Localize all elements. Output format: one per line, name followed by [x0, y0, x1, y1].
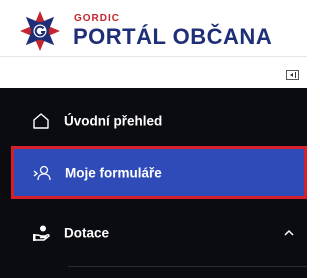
header: GORDIC PORTÁL OBČANA [0, 0, 307, 56]
chevron-up-icon[interactable] [283, 227, 295, 239]
sidebar-toolbar [0, 56, 307, 89]
gordic-logo-icon[interactable] [18, 9, 62, 53]
sidebar-item-moje-formulare[interactable]: Moje formuláře [11, 146, 307, 199]
user-forms-icon [33, 165, 51, 180]
sidebar-item-dotace[interactable]: Dotace [0, 205, 307, 261]
collapse-sidebar-icon[interactable] [286, 70, 299, 80]
brand-title[interactable]: PORTÁL OBČANA [73, 24, 272, 50]
portal-page: GORDIC PORTÁL OBČANA Úvodní přehled Moje… [0, 0, 307, 278]
sidebar-item-label: Moje formuláře [65, 165, 162, 180]
sidebar-item-label: Úvodní přehled [64, 113, 163, 129]
divider [68, 266, 307, 267]
sidebar-item-uvodni-prehled[interactable]: Úvodní přehled [0, 93, 307, 149]
sidebar-item-label: Dotace [64, 225, 110, 241]
brand-company: GORDIC [74, 13, 120, 24]
home-icon [33, 113, 49, 129]
sidebar: Úvodní přehled Moje formuláře Dotace [0, 88, 307, 278]
hand-coin-icon [33, 225, 50, 241]
